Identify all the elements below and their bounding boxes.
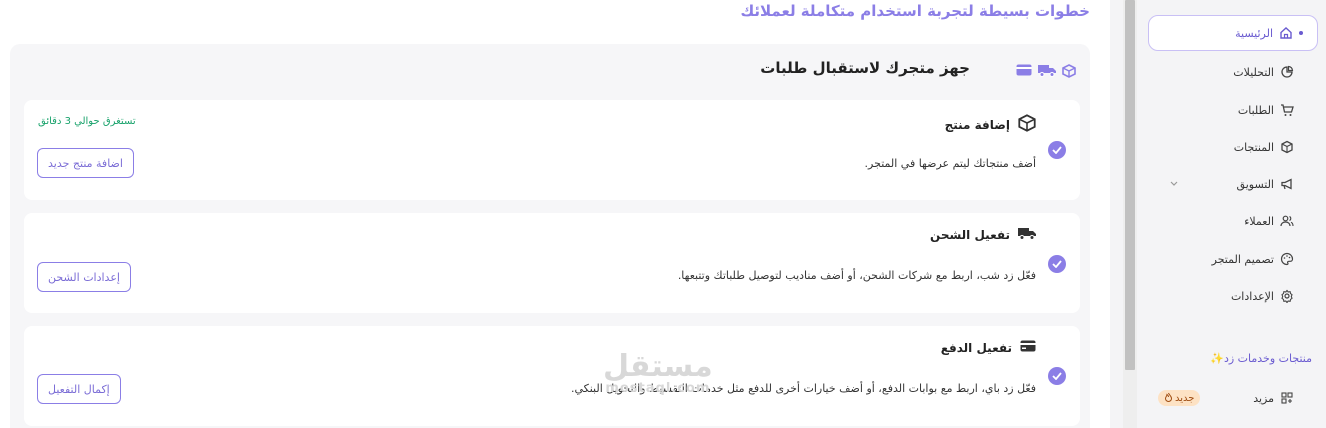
main-content: خطوات بسيطة لتجربة استخدام متكاملة لعملا… <box>0 0 1110 428</box>
section-label-zid-services: منتجات وخدمات زد✨ <box>1210 352 1312 365</box>
page-title: خطوات بسيطة لتجربة استخدام متكاملة لعملا… <box>740 2 1090 20</box>
check-icon <box>1048 255 1066 273</box>
palette-icon <box>1280 252 1294 266</box>
step-card-product: إضافة منتج تستغرق حوالي 3 دقائق أضف منتج… <box>24 100 1080 200</box>
sidebar-item-label: الرئيسية <box>1235 26 1273 40</box>
card-icon <box>1020 340 1036 355</box>
scrollbar-thumb[interactable] <box>1125 0 1135 370</box>
watermark-arabic: مستقل <box>603 349 713 384</box>
step-title: إضافة منتج <box>944 117 1010 132</box>
truck-icon <box>1018 227 1036 243</box>
step-card-payment: تفعيل الدفع فعّل زد باي، اربط مع بوابات … <box>24 326 1080 426</box>
fire-icon <box>1164 392 1173 405</box>
setup-panel-icons <box>1016 64 1076 78</box>
setup-panel-title: جهز متجرك لاستقبال طلبات <box>760 59 970 77</box>
sidebar-item-label: التحليلات <box>1233 65 1274 79</box>
truck-icon <box>1038 64 1056 78</box>
step-description: فعّل زد شب، اربط مع شركات الشحن، أو أضف … <box>677 269 1036 282</box>
active-indicator <box>1299 31 1303 35</box>
sidebar: الرئيسية التحليلات الطلبات المنتجات التس… <box>1138 0 1326 428</box>
home-icon <box>1279 26 1293 40</box>
step-header: إضافة منتج <box>945 114 1036 135</box>
sidebar-item-customers[interactable]: العملاء <box>1148 203 1318 239</box>
check-icon <box>1048 141 1066 159</box>
users-icon <box>1280 214 1294 228</box>
step-title: تفعيل الدفع <box>940 340 1012 355</box>
check-icon <box>1048 367 1066 385</box>
step-header: تفعيل الدفع <box>941 340 1036 355</box>
sidebar-item-label: مزيد <box>1253 391 1274 405</box>
sidebar-item-home[interactable]: الرئيسية <box>1148 15 1318 51</box>
setup-panel: جهز متجرك لاستقبال طلبات إضافة منتج تستغ… <box>10 44 1090 428</box>
sidebar-item-label: الإعدادات <box>1230 289 1274 303</box>
sidebar-item-label: المنتجات <box>1233 140 1274 154</box>
new-badge-label: جديد <box>1175 392 1195 404</box>
box-icon <box>1062 64 1076 78</box>
sidebar-item-label: تصميم المتجر <box>1211 252 1274 266</box>
sidebar-item-settings[interactable]: الإعدادات <box>1148 278 1318 314</box>
add-product-button[interactable]: اضافة منتج جديد <box>37 148 134 178</box>
gear-icon <box>1280 289 1294 303</box>
sidebar-item-marketing[interactable]: التسويق <box>1148 166 1318 202</box>
sidebar-item-label: التسويق <box>1236 177 1274 191</box>
sidebar-item-label: الطلبات <box>1237 103 1274 117</box>
cart-icon <box>1280 103 1294 117</box>
sidebar-item-orders[interactable]: الطلبات <box>1148 92 1318 128</box>
watermark-english: mostaql.com <box>605 381 711 396</box>
step-duration: تستغرق حوالي 3 دقائق <box>38 116 136 127</box>
main-scrollbar[interactable] <box>1123 0 1137 428</box>
card-icon <box>1016 64 1032 78</box>
step-description: أضف منتجاتك ليتم عرضها في المتجر. <box>864 157 1036 170</box>
grid-plus-icon <box>1280 391 1294 405</box>
sidebar-item-store-design[interactable]: تصميم المتجر <box>1148 241 1318 277</box>
megaphone-icon <box>1280 177 1294 191</box>
new-badge: جديد <box>1158 390 1201 406</box>
shipping-settings-button[interactable]: إعدادات الشحن <box>37 262 131 292</box>
sidebar-item-label: العملاء <box>1244 214 1274 228</box>
step-header: تفعيل الشحن <box>930 227 1036 243</box>
watermark: مستقل mostaql.com <box>603 349 713 396</box>
sidebar-item-analytics[interactable]: التحليلات <box>1148 54 1318 90</box>
sidebar-item-products[interactable]: المنتجات <box>1148 129 1318 165</box>
complete-activation-button[interactable]: إكمال التفعيل <box>37 374 121 404</box>
box-icon <box>1018 114 1036 135</box>
box-icon <box>1280 140 1294 154</box>
step-card-shipping: تفعيل الشحن فعّل زد شب، اربط مع شركات ال… <box>24 213 1080 313</box>
chevron-down-icon <box>1170 181 1178 187</box>
pie-icon <box>1280 65 1294 79</box>
step-title: تفعيل الشحن <box>930 228 1010 242</box>
